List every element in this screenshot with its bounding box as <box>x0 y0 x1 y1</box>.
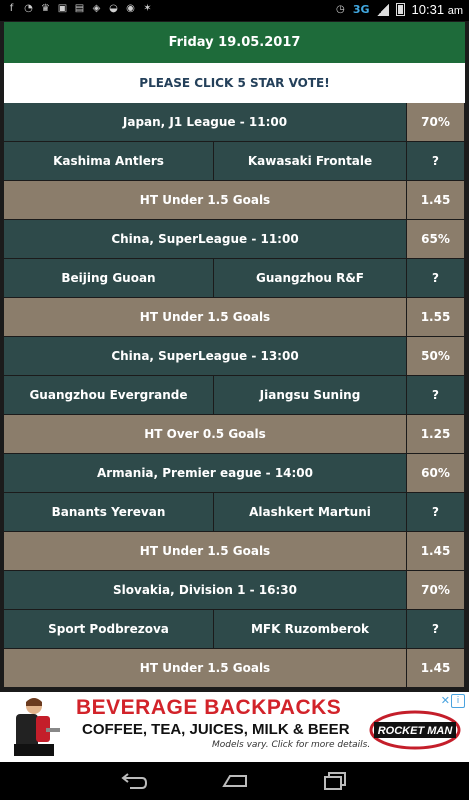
away-team[interactable]: Jiangsu Suning <box>214 376 407 415</box>
match-league: Japan, J1 League - 11:00 <box>4 103 407 142</box>
notification-icons: f ◔ ♛ ▣ ▤ ◈ ◒ ◉ ✶ <box>6 3 153 14</box>
match-league: China, SuperLeague - 13:00 <box>4 337 407 376</box>
alarm-icon: ◷ <box>335 4 345 15</box>
tip-prediction: HT Under 1.5 Goals <box>4 532 407 571</box>
match-league: China, SuperLeague - 11:00 <box>4 220 407 259</box>
android-icon: ◒ <box>109 3 118 14</box>
photo-icon: ▣ <box>57 3 68 14</box>
whatsapp-icon: ◔ <box>24 3 33 14</box>
status-bar: f ◔ ♛ ▣ ▤ ◈ ◒ ◉ ✶ ◷ 3G 10:31 am <box>0 0 469 21</box>
tip-odds: 1.45 <box>407 532 465 571</box>
match-result: ? <box>407 610 465 649</box>
tips-screen: Friday 19.05.2017 PLEASE CLICK 5 STAR VO… <box>4 22 465 692</box>
svg-text:ROCKET MAN: ROCKET MAN <box>378 725 454 737</box>
rocket-man-logo: ROCKET MAN <box>369 710 461 750</box>
date-header: Friday 19.05.2017 <box>4 22 465 63</box>
ad-close-icon[interactable]: ✕ <box>441 694 450 707</box>
crown-icon: ♛ <box>41 3 50 14</box>
away-team[interactable]: Alashkert Martuni <box>214 493 407 532</box>
home-team[interactable]: Guangzhou Evergrande <box>4 376 214 415</box>
match-result: ? <box>407 142 465 181</box>
vote-banner-button[interactable]: PLEASE CLICK 5 STAR VOTE! <box>4 63 465 103</box>
recent-apps-icon[interactable] <box>320 770 350 792</box>
tip-odds: 1.45 <box>407 181 465 220</box>
win-percent: 60% <box>407 454 465 493</box>
home-team[interactable]: Kashima Antlers <box>4 142 214 181</box>
battery-icon <box>395 3 405 16</box>
win-percent: 50% <box>407 337 465 376</box>
ad-banner[interactable]: BEVERAGE BACKPACKS COFFEE, TEA, JUICES, … <box>0 692 469 762</box>
shield-icon: ◈ <box>92 3 101 14</box>
home-team[interactable]: Banants Yerevan <box>4 493 214 532</box>
win-percent: 70% <box>407 103 465 142</box>
away-team[interactable]: Guangzhou R&F <box>214 259 407 298</box>
bag-icon: ▤ <box>74 3 85 14</box>
ad-subtitle: COFFEE, TEA, JUICES, MILK & BEER <box>82 721 350 738</box>
tip-prediction: HT Under 1.5 Goals <box>4 181 407 220</box>
match-result: ? <box>407 376 465 415</box>
navigation-bar <box>0 762 469 800</box>
info-icon[interactable]: i <box>451 694 465 708</box>
tip-odds: 1.55 <box>407 298 465 337</box>
tip-prediction: HT Over 0.5 Goals <box>4 415 407 454</box>
tip-prediction: HT Under 1.5 Goals <box>4 649 407 688</box>
ad-fineprint: Models vary. Click for more details. <box>212 740 371 750</box>
match-league: Slovakia, Division 1 - 16:30 <box>4 571 407 610</box>
back-icon[interactable] <box>118 770 148 792</box>
tip-odds: 1.45 <box>407 649 465 688</box>
win-percent: 65% <box>407 220 465 259</box>
home-team[interactable]: Sport Podbrezova <box>4 610 214 649</box>
match-result: ? <box>407 259 465 298</box>
tip-odds: 1.25 <box>407 415 465 454</box>
facebook-icon: f <box>9 3 14 14</box>
away-team[interactable]: Kawasaki Frontale <box>214 142 407 181</box>
star-app-icon: ✶ <box>143 3 152 14</box>
away-team[interactable]: MFK Ruzomberok <box>214 610 407 649</box>
network-type: 3G <box>352 3 370 16</box>
backpack-person-image <box>14 698 60 756</box>
match-result: ? <box>407 493 465 532</box>
tip-prediction: HT Under 1.5 Goals <box>4 298 407 337</box>
win-percent: 70% <box>407 571 465 610</box>
ad-title: BEVERAGE BACKPACKS <box>76 696 342 719</box>
clock: 10:31 am <box>411 2 463 17</box>
home-team[interactable]: Beijing Guoan <box>4 259 214 298</box>
home-icon[interactable] <box>220 770 250 792</box>
match-league: Armania, Premier eague - 14:00 <box>4 454 407 493</box>
signal-icon <box>376 3 389 16</box>
circle-app-icon: ◉ <box>126 3 135 14</box>
